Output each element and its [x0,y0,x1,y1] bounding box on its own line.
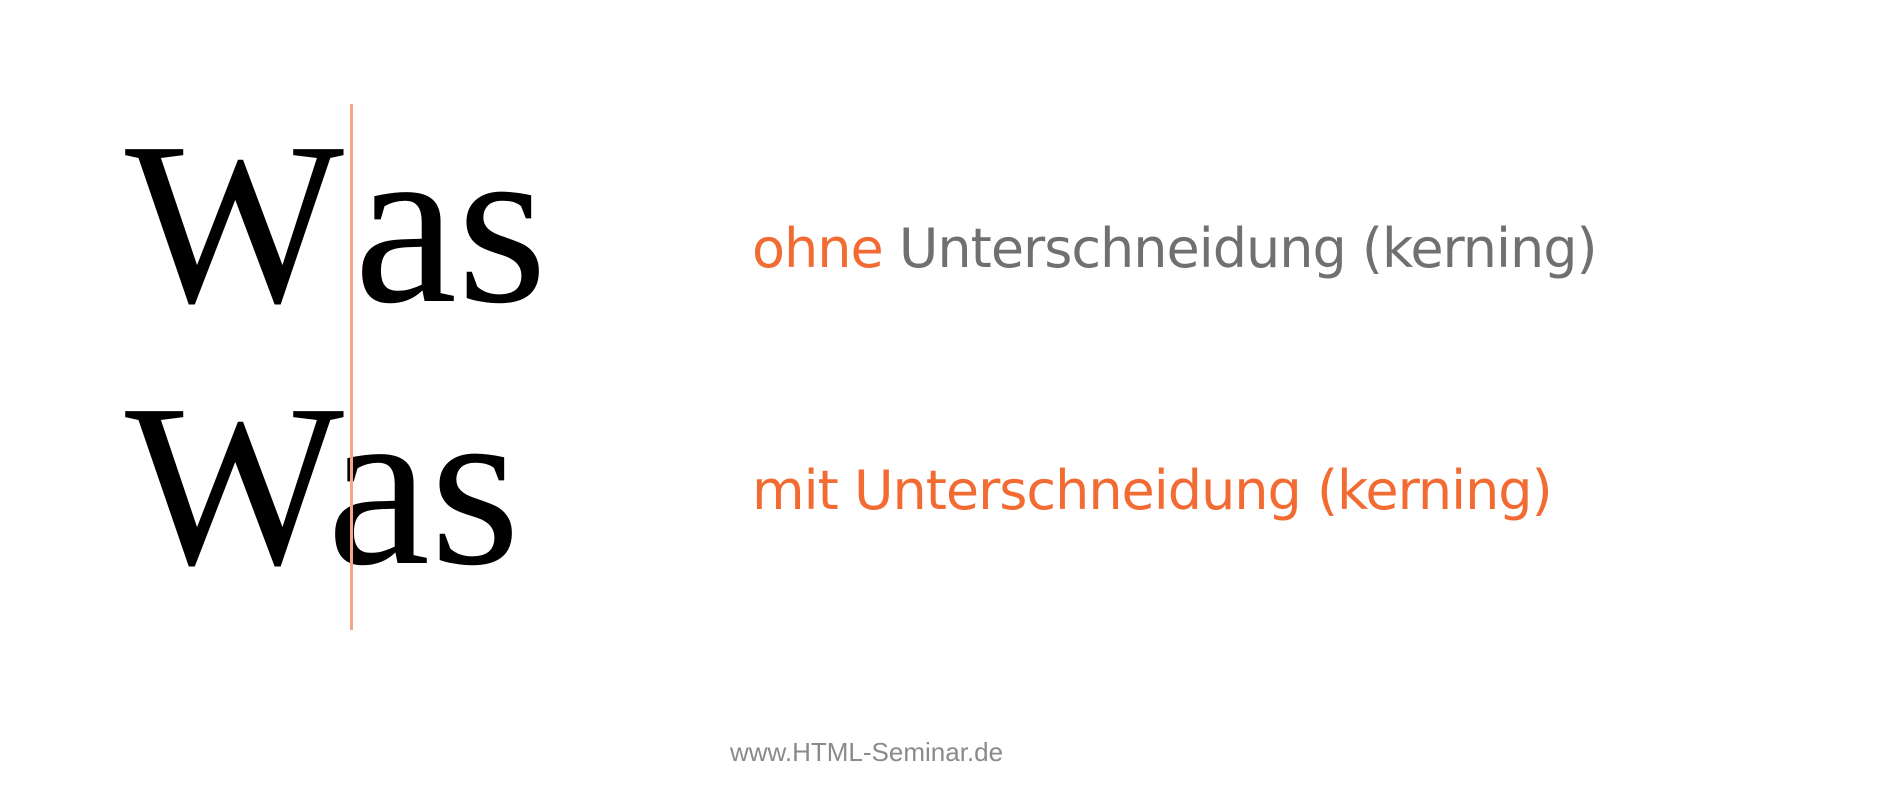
sample-letter-w: W [125,95,344,352]
sample-letters-as: as [326,357,521,614]
caption-accent-word: ohne [752,217,884,280]
caption-rest: Unterschneidung (kerning) [898,217,1598,280]
caption-without-kerning: ohne Unterschneidung (kerning) [752,222,1598,276]
alignment-guide-line [350,104,353,630]
sample-letters-as: as [353,95,548,352]
source-credit: www.HTML-Seminar.de [730,737,1004,767]
caption-with-kerning: mit Unterschneidung (kerning) [752,459,1553,522]
sample-word-with-kerning: Was [125,370,520,602]
kerning-illustration: Was Was ohne Unterschneidung (kerning) m… [0,0,1890,799]
sample-letter-w: W [125,357,344,614]
sample-word-without-kerning: Was [125,108,547,340]
